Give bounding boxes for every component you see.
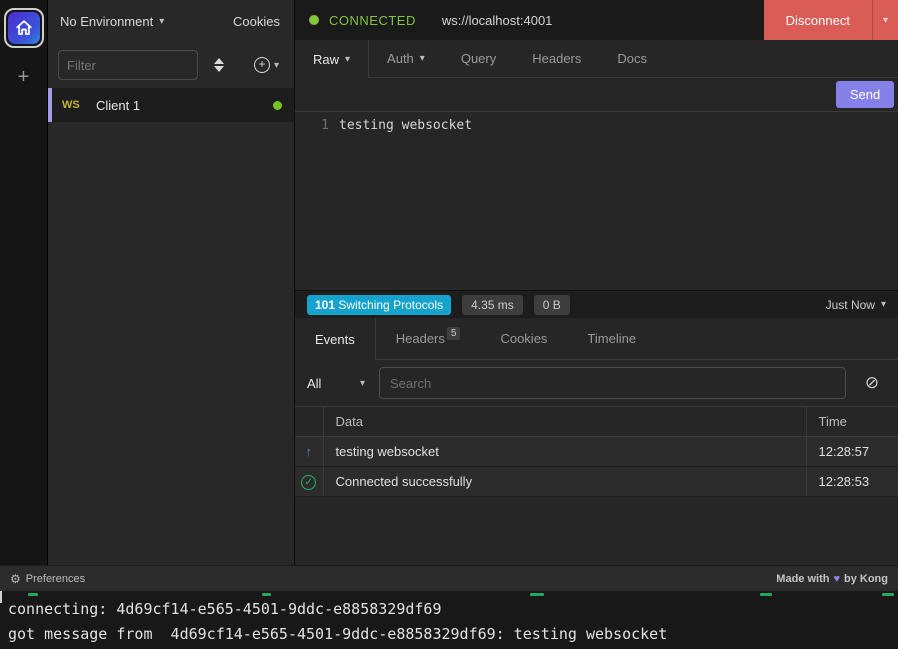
events-table: Data Time ↑ testing websocket 12:28:57 ✓…: [295, 406, 898, 497]
search-input[interactable]: [379, 367, 846, 399]
chevron-down-icon: ▾: [420, 53, 425, 64]
request-pane: CONNECTED ws://localhost:4001 Disconnect…: [295, 0, 898, 565]
response-size-badge: 0 B: [534, 295, 570, 315]
editor-content: testing websocket: [339, 118, 472, 290]
gear-icon: ⚙: [10, 572, 21, 586]
tab-response-cookies[interactable]: Cookies: [480, 318, 567, 359]
event-data: testing websocket: [323, 437, 806, 467]
event-time: 12:28:53: [806, 467, 898, 497]
request-method-badge: WS: [62, 99, 96, 111]
events-table-header: Data Time: [295, 407, 898, 437]
headers-count-badge: 5: [447, 327, 461, 340]
connected-dot-icon: [309, 15, 319, 25]
preferences-button[interactable]: ⚙ Preferences: [10, 572, 85, 586]
tab-auth[interactable]: Auth ▾: [369, 40, 443, 77]
response-time-badge: 4.35 ms: [462, 295, 523, 315]
main-area: + No Environment ▾ Cookies + ▾: [0, 0, 898, 565]
filter-input[interactable]: [58, 50, 198, 80]
sent-message-icon: ↑: [306, 444, 313, 459]
disconnect-button[interactable]: Disconnect: [764, 0, 872, 40]
status-code-badge: 101 Switching Protocols: [307, 295, 451, 315]
tab-headers[interactable]: Headers: [514, 40, 599, 77]
terminal-line: connecting: 4d69cf14-e565-4501-9ddc-e885…: [8, 597, 890, 622]
tab-response-headers[interactable]: Headers 5: [376, 318, 481, 359]
sidebar-item-client-1[interactable]: WS Client 1: [48, 88, 294, 122]
sidebar: No Environment ▾ Cookies + ▾ WS Client 1: [48, 0, 295, 565]
disconnect-options-button[interactable]: ▾: [872, 0, 898, 40]
response-status-bar: 101 Switching Protocols 4.35 ms 0 B Just…: [295, 290, 898, 318]
check-circle-icon: ✓: [301, 475, 316, 490]
terminal-output: connecting: 4d69cf14-e565-4501-9ddc-e885…: [0, 591, 898, 649]
tab-events[interactable]: Events: [295, 318, 376, 360]
environment-bar: No Environment ▾ Cookies: [48, 0, 294, 42]
left-rail: +: [0, 0, 48, 565]
terminal-line: got message from 4d69cf14-e565-4501-9ddc…: [8, 622, 890, 647]
response-history-dropdown[interactable]: Just Now ▾: [826, 298, 886, 312]
sort-icon[interactable]: [208, 58, 230, 72]
ban-icon: ⊘: [865, 373, 879, 392]
heart-icon: ♥: [833, 573, 840, 585]
environment-dropdown[interactable]: No Environment ▾: [60, 14, 164, 29]
clipped-terminal-line: [0, 592, 898, 597]
app-footer: ⚙ Preferences Made with ♥ by Kong: [0, 565, 898, 591]
response-tabs: Events Headers 5 Cookies Timeline: [295, 318, 898, 360]
tab-raw[interactable]: Raw ▾: [295, 40, 369, 78]
event-data: Connected successfully: [323, 467, 806, 497]
chevron-down-icon: ▾: [360, 378, 365, 389]
column-header-data: Data: [323, 407, 806, 437]
chevron-down-icon: ▾: [883, 15, 888, 26]
connection-bar: CONNECTED ws://localhost:4001 Disconnect…: [295, 0, 898, 40]
tab-query[interactable]: Query: [443, 40, 514, 77]
request-name: Client 1: [96, 98, 140, 113]
add-project-button[interactable]: +: [18, 66, 30, 89]
event-time: 12:28:57: [806, 437, 898, 467]
event-row[interactable]: ✓ Connected successfully 12:28:53: [295, 467, 898, 497]
cookies-button[interactable]: Cookies: [233, 14, 280, 29]
chevron-down-icon: ▾: [159, 16, 164, 27]
tab-docs[interactable]: Docs: [599, 40, 665, 77]
request-tabs: Raw ▾ Auth ▾ Query Headers Docs: [295, 40, 898, 78]
clear-events-button[interactable]: ⊘: [856, 373, 888, 393]
event-type-select[interactable]: All ▾: [303, 376, 369, 391]
connection-status-dot: [273, 101, 282, 110]
sidebar-filter-row: + ▾: [48, 42, 294, 88]
create-request-button[interactable]: + ▾: [254, 57, 279, 73]
tab-timeline[interactable]: Timeline: [567, 318, 656, 359]
kong-credit: Made with ♥ by Kong: [776, 573, 888, 585]
message-editor[interactable]: 1 testing websocket: [295, 112, 898, 290]
chevron-down-icon: ▾: [345, 54, 350, 65]
send-button[interactable]: Send: [836, 81, 894, 108]
events-filter-row: All ▾ ⊘: [295, 360, 898, 406]
pane-spacer: [295, 497, 898, 565]
home-icon: [8, 12, 40, 44]
app-window: + No Environment ▾ Cookies + ▾: [0, 0, 898, 649]
line-number: 1: [295, 118, 339, 290]
send-row: Send: [295, 78, 898, 112]
disconnect-button-group: Disconnect ▾: [764, 0, 898, 40]
chevron-down-icon: ▾: [274, 60, 279, 71]
environment-label: No Environment: [60, 14, 153, 29]
connection-status: CONNECTED: [329, 13, 416, 28]
chevron-down-icon: ▾: [881, 299, 886, 310]
event-row[interactable]: ↑ testing websocket 12:28:57: [295, 437, 898, 467]
websocket-url-input[interactable]: ws://localhost:4001: [442, 13, 764, 28]
plus-circle-icon: +: [254, 57, 270, 73]
home-button[interactable]: [4, 8, 44, 48]
column-header-time: Time: [806, 407, 898, 437]
terminal-cursor: [0, 591, 2, 603]
